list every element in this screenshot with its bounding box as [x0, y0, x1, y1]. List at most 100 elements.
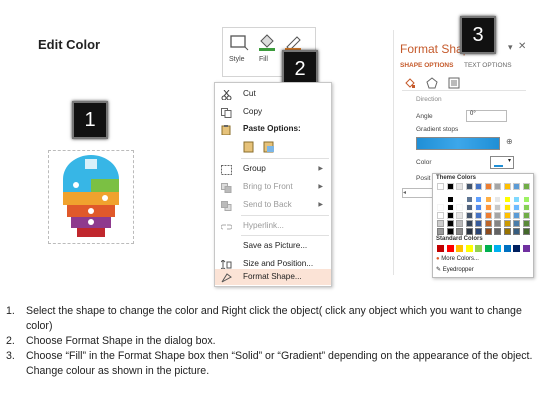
more-colors-item[interactable]: ● More Colors...: [436, 256, 479, 262]
menu-item-copy[interactable]: Copy: [215, 103, 331, 121]
theme-color-swatch[interactable]: [494, 228, 501, 235]
theme-color-swatch[interactable]: [446, 183, 454, 190]
paste-picture-icon[interactable]: [263, 140, 275, 158]
theme-color-swatch[interactable]: [475, 212, 482, 219]
bulb-selection-frame[interactable]: [48, 150, 134, 244]
theme-color-swatch[interactable]: [437, 204, 444, 211]
theme-color-swatch[interactable]: [522, 212, 530, 219]
theme-color-swatch[interactable]: [446, 212, 454, 219]
theme-color-swatch[interactable]: [475, 228, 482, 235]
color-picker-button[interactable]: ▾: [490, 156, 514, 169]
theme-color-swatch[interactable]: [522, 196, 530, 203]
theme-color-swatch[interactable]: [503, 212, 511, 219]
theme-color-swatch[interactable]: [503, 183, 511, 190]
theme-color-swatch[interactable]: [513, 204, 520, 211]
theme-color-swatch[interactable]: [475, 204, 482, 211]
shape-outline-icon[interactable]: [283, 33, 303, 51]
shape-fill-icon[interactable]: [257, 33, 277, 51]
standard-color-swatch[interactable]: [475, 245, 482, 252]
theme-color-swatch[interactable]: [513, 212, 520, 219]
menu-item-format-shape[interactable]: Format Shape...: [215, 269, 331, 285]
theme-color-swatch[interactable]: [465, 196, 473, 203]
theme-color-swatch[interactable]: [437, 220, 444, 227]
theme-color-swatch[interactable]: [437, 183, 444, 190]
bulb-shape[interactable]: [49, 151, 133, 243]
theme-color-swatch[interactable]: [484, 228, 492, 235]
theme-color-swatch[interactable]: [456, 183, 463, 190]
theme-color-swatch[interactable]: [503, 228, 511, 235]
theme-color-swatch[interactable]: [513, 228, 520, 235]
standard-color-swatch[interactable]: [513, 245, 520, 252]
theme-color-swatch[interactable]: [465, 228, 473, 235]
menu-item-bring-to-front[interactable]: Bring to Front ▶: [215, 178, 331, 196]
theme-color-swatch[interactable]: [456, 212, 463, 219]
menu-item-group[interactable]: Group ▶: [215, 160, 331, 178]
theme-color-swatch[interactable]: [437, 212, 444, 219]
standard-color-swatch[interactable]: [456, 245, 463, 252]
angle-field[interactable]: 0°: [466, 110, 507, 122]
theme-color-swatch[interactable]: [522, 183, 530, 190]
menu-item-hyperlink[interactable]: Hyperlink...: [215, 217, 331, 235]
paste-keep-icon[interactable]: [243, 140, 255, 158]
theme-color-swatch[interactable]: [513, 183, 520, 190]
theme-color-swatch[interactable]: [503, 220, 511, 227]
theme-color-swatch[interactable]: [513, 196, 520, 203]
submenu-arrow-icon: ▶: [318, 202, 323, 208]
theme-color-swatch[interactable]: [494, 183, 501, 190]
theme-color-swatch[interactable]: [475, 183, 482, 190]
tab-text-options[interactable]: TEXT OPTIONS: [464, 62, 512, 69]
effects-icon[interactable]: [426, 76, 438, 94]
theme-color-swatch[interactable]: [456, 220, 463, 227]
standard-color-swatch[interactable]: [446, 245, 454, 252]
theme-color-swatch[interactable]: [494, 220, 501, 227]
theme-color-swatch[interactable]: [484, 204, 492, 211]
theme-color-swatch[interactable]: [465, 212, 473, 219]
shape-style-icon[interactable]: [229, 33, 249, 51]
theme-color-swatch[interactable]: [456, 196, 463, 203]
theme-color-swatch[interactable]: [456, 228, 463, 235]
theme-color-swatch[interactable]: [446, 228, 454, 235]
theme-color-swatch[interactable]: [475, 196, 482, 203]
close-icon[interactable]: ✕: [518, 41, 526, 52]
theme-color-swatch[interactable]: [484, 220, 492, 227]
theme-color-swatch[interactable]: [494, 196, 501, 203]
theme-color-swatch[interactable]: [446, 196, 454, 203]
theme-color-swatch[interactable]: [446, 220, 454, 227]
pane-scrollbar[interactable]: ◂: [402, 188, 436, 198]
standard-color-swatch[interactable]: [437, 245, 444, 252]
theme-color-swatch[interactable]: [503, 204, 511, 211]
theme-color-swatch[interactable]: [446, 204, 454, 211]
standard-color-swatch[interactable]: [494, 245, 501, 252]
add-stop-icon[interactable]: ⊕: [506, 137, 513, 146]
menu-item-cut[interactable]: Cut: [215, 85, 331, 103]
theme-color-swatch[interactable]: [522, 220, 530, 227]
theme-color-swatch[interactable]: [503, 196, 511, 203]
theme-color-swatch[interactable]: [513, 220, 520, 227]
standard-color-swatch[interactable]: [522, 245, 530, 252]
menu-item-send-to-back[interactable]: Send to Back ▶: [215, 196, 331, 214]
menu-item-save-as-picture[interactable]: Save as Picture...: [215, 237, 331, 255]
gradient-stops-bar[interactable]: [416, 137, 500, 150]
theme-color-swatch[interactable]: [484, 183, 492, 190]
fill-line-icon[interactable]: [404, 76, 416, 94]
standard-color-swatch[interactable]: [503, 245, 511, 252]
theme-color-swatch[interactable]: [437, 196, 444, 203]
standard-color-swatch[interactable]: [484, 245, 492, 252]
pane-menu-icon[interactable]: ▾: [508, 42, 513, 53]
tab-shape-options[interactable]: SHAPE OPTIONS: [400, 62, 453, 69]
theme-color-swatch[interactable]: [522, 228, 530, 235]
theme-color-swatch[interactable]: [494, 204, 501, 211]
theme-color-swatch[interactable]: [522, 204, 530, 211]
theme-color-swatch[interactable]: [465, 183, 473, 190]
theme-color-swatch[interactable]: [484, 196, 492, 203]
standard-color-swatch[interactable]: [465, 245, 473, 252]
theme-color-swatch[interactable]: [465, 220, 473, 227]
theme-color-swatch[interactable]: [465, 204, 473, 211]
eyedropper-item[interactable]: ✎ Eyedropper: [436, 266, 474, 273]
theme-color-swatch[interactable]: [437, 228, 444, 235]
theme-color-swatch[interactable]: [494, 212, 501, 219]
theme-color-swatch[interactable]: [484, 212, 492, 219]
theme-color-swatch[interactable]: [475, 220, 482, 227]
theme-color-swatch[interactable]: [456, 204, 463, 211]
size-properties-icon[interactable]: [448, 76, 460, 94]
